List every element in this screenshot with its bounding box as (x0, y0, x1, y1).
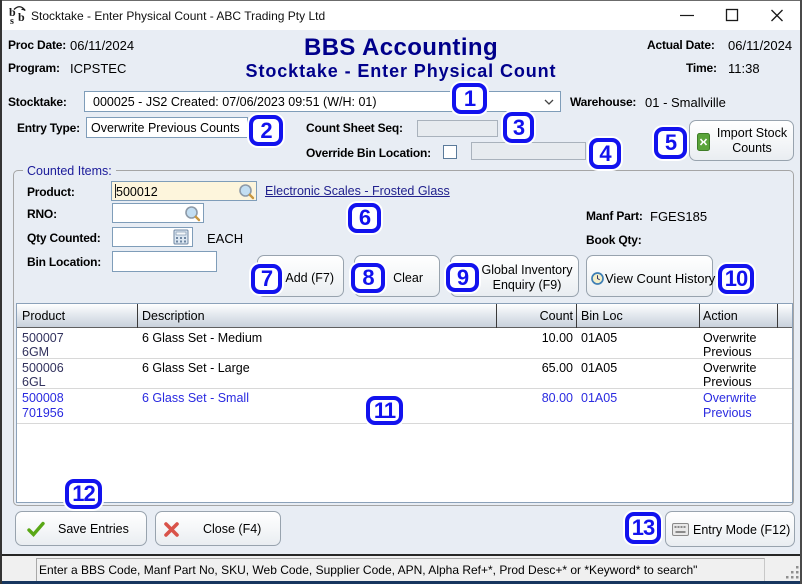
svg-text:s: s (10, 16, 14, 24)
svg-text:b: b (18, 10, 25, 24)
